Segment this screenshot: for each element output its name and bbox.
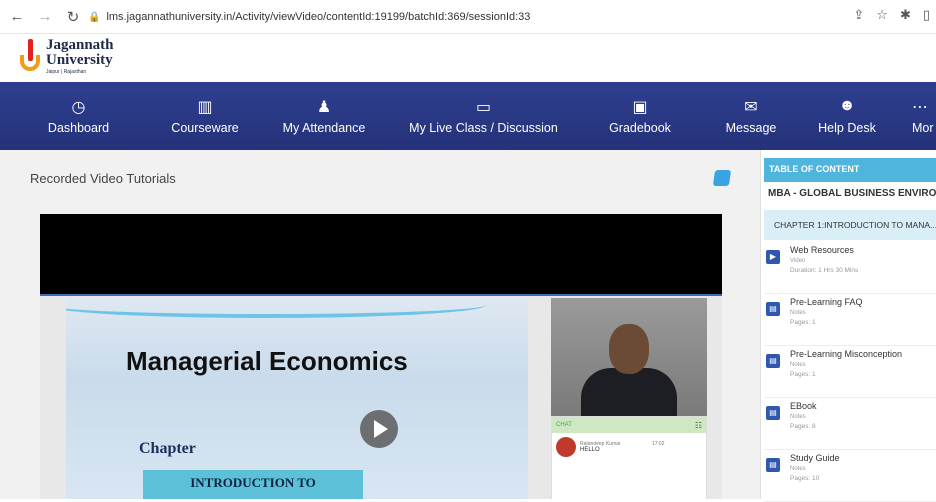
clipboard-icon: ▣ [632,99,648,116]
toc-item-pre-learning-misconception[interactable]: ▤ Pre-Learning Misconception Notes Pages… [764,346,936,398]
back-arrow-icon[interactable]: ← [6,6,28,28]
reload-icon[interactable]: ↻ [62,6,84,28]
nav-message[interactable]: ✉ Message [708,82,794,150]
support-icon: ☻ [838,97,856,114]
logo-line2: University [46,52,113,68]
avatar [556,437,576,457]
presentation-icon: ▭ [475,99,492,116]
video-play-icon: ▶ [766,250,780,264]
notes-icon: ▤ [766,406,780,420]
address-bar[interactable]: 🔒 lms.jagannathuniversity.in/Activity/vi… [88,6,848,28]
nav-dashboard[interactable]: ◷ Dashboard [0,82,157,150]
chat-message: Ratandeep Kumar 17:02 HELLO [552,433,706,461]
toc-sidebar: TABLE OF CONTENT MBA - GLOBAL BUSINESS E… [760,150,936,502]
logo-mark-icon [20,38,40,75]
slide-content: Managerial Economics Chapter INTRODUCTIO… [66,298,528,499]
nav-my-attendance[interactable]: ♟ My Attendance [253,82,395,150]
video-player[interactable]: Managerial Economics Chapter INTRODUCTIO… [40,214,722,499]
dashboard-icon: ◷ [71,99,86,116]
sidepanel-icon[interactable]: ▯ [923,7,930,23]
participants-icon: ☷ [694,420,702,430]
share-icon[interactable]: ⇪ [853,7,864,23]
nav-live-class[interactable]: ▭ My Live Class / Discussion [395,82,572,150]
toc-item-web-resources[interactable]: ▶ Web Resources Video Duration: 1 Hrs 30… [764,242,936,294]
forward-arrow-icon[interactable]: → [34,6,56,28]
nav-help-desk[interactable]: ☻ Help Desk [794,82,900,150]
extensions-icon[interactable]: ✱ [900,7,911,23]
toc-item-ebook[interactable]: ▤ EBook Notes Pages: 8 [764,398,936,450]
user-check-icon: ♟ [316,99,332,116]
course-title: MBA - GLOBAL BUSINESS ENVIRONM [768,188,936,199]
notebook-icon[interactable] [712,170,732,186]
video-frame: Managerial Economics Chapter INTRODUCTIO… [40,294,722,499]
toc-header: TABLE OF CONTENT [764,158,936,182]
nav-gradebook[interactable]: ▣ Gradebook [572,82,708,150]
slide-subtitle-box: INTRODUCTION TO [143,470,363,499]
browser-toolbar: ← → ↻ 🔒 lms.jagannathuniversity.in/Activ… [0,0,936,34]
slide-title: Managerial Economics [126,346,408,376]
nav-courseware[interactable]: ▥ Courseware [157,82,253,150]
notes-icon: ▤ [766,302,780,316]
logo-line3: Jaipur | Rajasthan [46,69,87,75]
main-nav: ◷ Dashboard ▥ Courseware ♟ My Attendance… [0,82,936,150]
university-logo[interactable]: Jagannath University Jaipur | Rajasthan [20,38,114,75]
book-icon: ▥ [197,99,213,116]
star-icon[interactable]: ☆ [876,7,888,23]
nav-more[interactable]: ⋯ Mor [900,82,936,150]
page-title: Recorded Video Tutorials [30,171,176,186]
toc-item-study-guide[interactable]: ▤ Study Guide Notes Pages: 10 [764,450,936,502]
site-header: Jagannath University Jaipur | Rajasthan [0,34,936,82]
lock-icon: 🔒 [88,11,101,23]
chat-time: 17:02 [651,441,665,447]
envelope-icon: ✉ [744,99,758,116]
url-text: lms.jagannathuniversity.in/Activity/view… [106,11,531,23]
logo-line1: Jagannath [46,37,114,53]
notes-icon: ▤ [766,354,780,368]
chat-panel: CHAT ☷ Ratandeep Kumar 17:02 HELLO [551,416,707,499]
chat-label: CHAT [556,422,572,428]
notes-icon: ▤ [766,458,780,472]
play-button[interactable] [360,410,398,448]
presenter-webcam [551,298,707,416]
slide-chapter: Chapter [139,440,196,457]
toc-item-pre-learning-faq[interactable]: ▤ Pre-Learning FAQ Notes Pages: 1 [764,294,936,346]
chapter-item[interactable]: CHAPTER 1:INTRODUCTION TO MANA... [764,210,936,240]
main-content: Recorded Video Tutorials Managerial Econ… [0,150,760,499]
more-icon: ⋯ [912,99,928,116]
chat-text: HELLO [580,447,600,453]
